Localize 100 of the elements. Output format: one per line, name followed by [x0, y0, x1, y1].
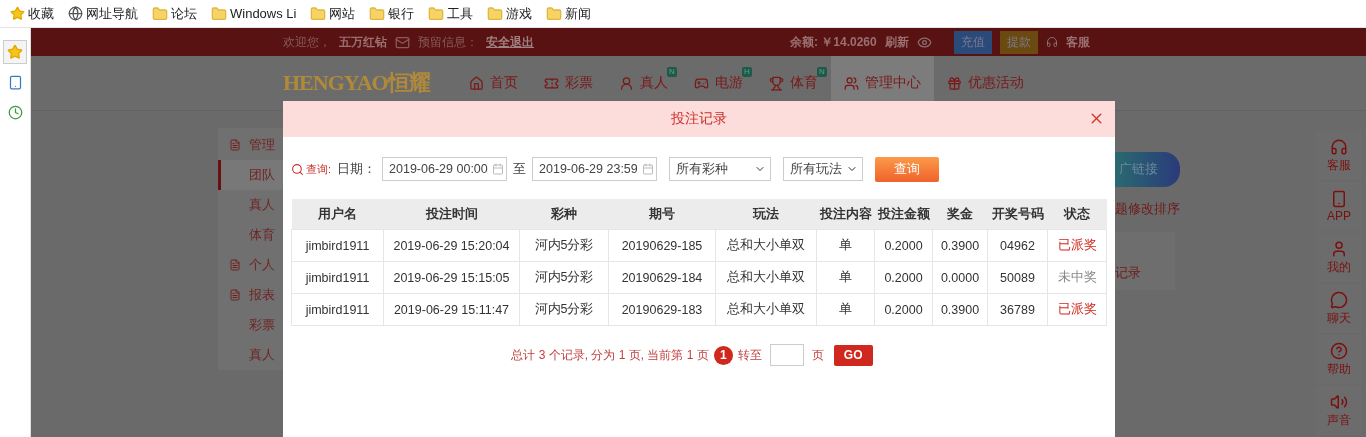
bookmark-link[interactable]: Windows Li [211, 5, 297, 22]
deposit-button[interactable]: 充值 [953, 30, 992, 54]
column-header: 投注内容 [816, 199, 875, 230]
table-cell: 单 [816, 261, 875, 294]
side-menu-item[interactable]: 真人 [218, 190, 283, 220]
nav-badge: N [666, 67, 677, 77]
lottery-select[interactable]: 所有彩种 [669, 157, 772, 181]
nav-tab[interactable]: 首页 [455, 56, 531, 110]
table-cell: 2019-06-29 15:20:04 [383, 229, 520, 262]
table-cell: 0.2000 [874, 261, 933, 294]
column-header: 投注金额 [874, 199, 933, 230]
star-icon [10, 6, 25, 21]
nav-tab[interactable]: 优惠活动 [933, 56, 1037, 110]
nav-tab[interactable]: 真人 N [605, 56, 681, 110]
tablet-icon [7, 74, 23, 90]
bookmark-link[interactable]: 网址导航 [68, 4, 138, 23]
star-icon [7, 44, 23, 60]
folder-icon [546, 5, 563, 22]
query-button[interactable]: 查询 [875, 156, 940, 182]
query-label: 查询: [291, 161, 332, 177]
folder-icon [487, 5, 504, 22]
to-label: 至 [513, 160, 527, 178]
nav-tab[interactable]: 体育 N [755, 56, 831, 110]
headset-icon [1330, 137, 1348, 156]
side-menu-item[interactable]: 报表 [218, 280, 283, 310]
current-page[interactable]: 1 [713, 345, 733, 365]
table-cell: 河内5分彩 [519, 293, 609, 326]
column-header: 奖金 [932, 199, 988, 230]
globe-icon [68, 6, 83, 21]
table-cell: 20190629-185 [608, 229, 716, 262]
side-menu-item[interactable]: 管理 [218, 130, 283, 160]
table-cell: 总和大小单双 [715, 293, 817, 326]
bookmark-link[interactable]: 游戏 [487, 4, 533, 23]
calendar-icon[interactable] [642, 163, 655, 175]
go-button[interactable]: GO [833, 344, 873, 366]
clock-icon [7, 104, 23, 120]
speaker-icon [1330, 392, 1348, 411]
table-cell: 20190629-183 [608, 293, 716, 326]
link-button[interactable]: 广链接 [1115, 152, 1180, 187]
table-cell: 单 [816, 229, 875, 262]
nav-tab[interactable]: 彩票 [530, 56, 606, 110]
play-select[interactable]: 所有玩法 [783, 157, 864, 181]
table-cell: 0.3900 [932, 293, 988, 326]
gift-icon [946, 75, 962, 91]
side-menu-item[interactable]: 彩票 [218, 310, 283, 340]
users-icon [843, 75, 859, 91]
start-date-field[interactable]: 2019-06-29 00:00 [382, 157, 508, 181]
status-cell: 已派奖 [1047, 293, 1107, 326]
menu-icon [229, 289, 241, 301]
bookmark-link[interactable]: 收藏 [10, 4, 54, 23]
page-input[interactable] [769, 344, 804, 366]
table-cell: 0.0000 [932, 261, 988, 294]
dialog-title: 投注记录 [671, 110, 727, 128]
column-header: 开奖号码 [987, 199, 1048, 230]
username: 五万红钻 [339, 33, 387, 51]
table-cell: jimbird1911 [291, 229, 384, 262]
sidebar-tool-button[interactable] [3, 40, 27, 64]
folder-icon [152, 5, 168, 22]
search-icon [291, 162, 304, 176]
bookmark-link[interactable]: 新闻 [546, 4, 592, 23]
refresh-link[interactable]: 刷新 [884, 33, 909, 51]
side-menu-item[interactable]: 真人 [218, 340, 283, 370]
eye-icon[interactable] [916, 34, 932, 50]
table-cell: 河内5分彩 [519, 261, 609, 294]
goto-label: 转至 [737, 346, 762, 364]
column-header: 期号 [608, 199, 716, 230]
bookmark-link[interactable]: 网站 [310, 4, 356, 23]
end-date-field[interactable]: 2019-06-29 23:59 [532, 157, 658, 181]
mail-icon[interactable] [395, 34, 410, 50]
withdraw-button[interactable]: 提款 [999, 30, 1038, 54]
welcome-text: 欢迎您， [283, 33, 331, 51]
side-menu-item[interactable]: 团队 [218, 160, 283, 190]
bookmark-link[interactable]: 工具 [428, 4, 474, 23]
table-cell: 河内5分彩 [519, 229, 609, 262]
table-cell: 20190629-184 [608, 261, 716, 294]
bookmark-link[interactable]: 论坛 [152, 4, 197, 23]
date-label: 日期： [337, 160, 377, 178]
calendar-icon[interactable] [492, 163, 505, 175]
logout-link[interactable]: 安全退出 [486, 33, 534, 51]
help-icon [1330, 341, 1348, 360]
table-cell: jimbird1911 [291, 261, 384, 294]
side-menu-item[interactable]: 个人 [218, 250, 283, 280]
table-cell: 0.2000 [874, 229, 933, 262]
ticket-icon [543, 75, 559, 91]
status-cell: 已派奖 [1047, 229, 1107, 262]
side-menu-item[interactable]: 体育 [218, 220, 283, 250]
table-cell: 2019-06-29 15:11:47 [383, 293, 520, 326]
menu-icon [229, 139, 241, 151]
nav-badge: N [816, 67, 827, 77]
records-tab[interactable]: 记录 [1115, 232, 1175, 290]
column-header: 用户名 [291, 199, 384, 230]
nav-tab[interactable]: 电游 H [680, 56, 756, 110]
table-cell: 0.3900 [932, 229, 988, 262]
phone-icon [1330, 190, 1348, 208]
service-link[interactable]: 客服 [1065, 33, 1090, 51]
site-logo[interactable]: HENGYAO恒耀 [283, 68, 430, 98]
person-icon [618, 75, 634, 91]
table-cell: 50089 [987, 261, 1048, 294]
bookmark-link[interactable]: 银行 [369, 4, 415, 23]
sort-note: 题修改排序 [1115, 201, 1180, 218]
